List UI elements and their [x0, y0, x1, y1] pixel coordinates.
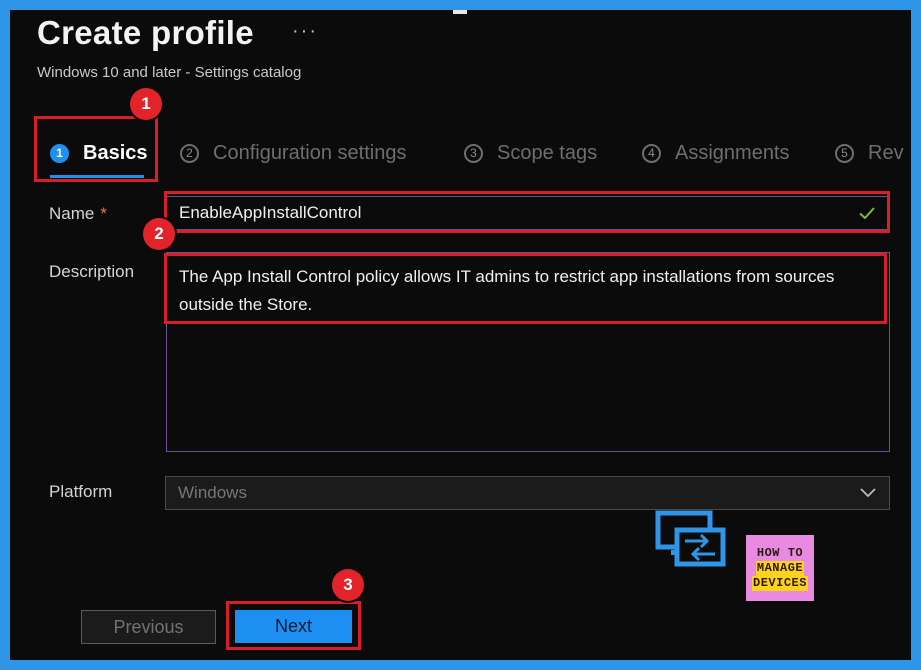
step-number-4: 4	[642, 143, 661, 163]
logo-line-1: HOW TO	[756, 545, 804, 560]
required-marker: *	[100, 204, 107, 223]
name-label: Name *	[49, 204, 107, 224]
tab-label: Basics	[83, 141, 148, 164]
step-number-3: 3	[464, 143, 483, 163]
monitor-sync-icon	[655, 510, 726, 567]
tab-label: Rev	[868, 141, 904, 164]
next-button[interactable]: Next	[235, 610, 352, 643]
page-title: Create profile	[37, 14, 254, 51]
logo-line-2: MANAGE	[755, 560, 805, 576]
platform-label: Platform	[49, 482, 113, 501]
step-badge-3: 3	[332, 569, 364, 601]
platform-value: Windows	[178, 483, 247, 502]
tab-assignments[interactable]: 4 Assignments	[642, 138, 790, 168]
description-textarea[interactable]: The App Install Control policy allows IT…	[166, 252, 890, 452]
more-options-button[interactable]: ···	[292, 20, 318, 43]
step-badge-2: 2	[143, 218, 175, 250]
how-to-manage-devices-logo: HOW TO MANAGE DEVICES	[746, 535, 814, 601]
tab-review[interactable]: 5 Rev	[835, 138, 904, 168]
platform-dropdown[interactable]: Windows	[165, 476, 890, 510]
step-number-2: 2	[180, 143, 199, 163]
description-label: Description	[49, 262, 135, 281]
step-number-5: 5	[835, 143, 854, 163]
step-badge-1: 1	[130, 88, 162, 120]
tab-label: Assignments	[675, 141, 790, 164]
tab-configuration-settings[interactable]: 2 Configuration settings	[180, 138, 406, 168]
step-number-1: 1	[50, 143, 69, 163]
logo-line-3: DEVICES	[752, 575, 808, 591]
tab-scope-tags[interactable]: 3 Scope tags	[464, 138, 597, 168]
tab-basics[interactable]: 1 Basics	[50, 138, 148, 168]
window-notch	[453, 10, 467, 14]
name-input-value: EnableAppInstallControl	[179, 203, 362, 222]
name-label-text: Name	[49, 204, 95, 223]
active-tab-indicator	[50, 175, 144, 178]
name-input[interactable]: EnableAppInstallControl	[166, 196, 888, 230]
description-value: The App Install Control policy allows IT…	[179, 267, 835, 314]
page-subtitle: Windows 10 and later - Settings catalog	[37, 64, 302, 81]
tab-label: Configuration settings	[213, 141, 407, 164]
create-profile-panel: Create profile ··· Windows 10 and later …	[10, 10, 911, 660]
previous-button[interactable]: Previous	[81, 610, 216, 644]
tab-label: Scope tags	[497, 141, 598, 164]
chevron-down-icon	[860, 488, 876, 498]
checkmark-icon	[859, 207, 875, 220]
